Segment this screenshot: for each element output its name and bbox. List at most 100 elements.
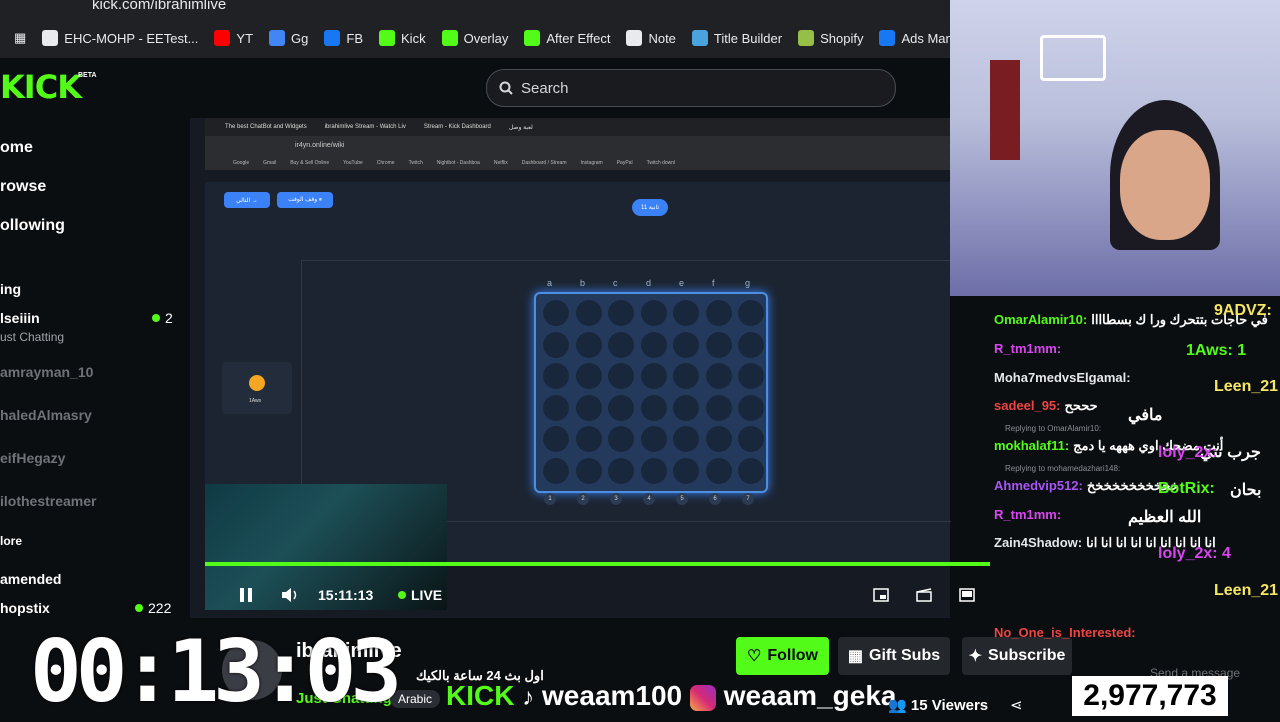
board-cell [608, 457, 634, 484]
chat-message[interactable]: R_tm1mm: [994, 341, 1065, 356]
picture-in-picture-icon[interactable] [873, 588, 889, 602]
next-button: التالي → [224, 192, 270, 208]
bookmark-item[interactable]: Note [626, 30, 676, 46]
inner-tab: ibrahimlive Stream - Watch Liv [324, 124, 406, 130]
inner-bookmark: Chrome [376, 160, 395, 166]
live-dot-icon [398, 591, 406, 599]
bookmark-label: FB [346, 30, 364, 46]
bookmark-item[interactable]: Title Builder [691, 30, 782, 46]
chat-username[interactable]: No_One_is_Interested: [994, 625, 1136, 640]
nav-home[interactable]: ome [0, 139, 33, 157]
sidebar-offline-channel[interactable]: ilothestreamer [0, 493, 96, 509]
player-name: 1Aws [249, 398, 262, 404]
bookmark-icon [441, 30, 458, 46]
volume-icon[interactable] [281, 587, 299, 603]
overlay-chat-line: 9ADVZ: [1214, 302, 1272, 319]
tiktok-icon: ♪ [522, 684, 535, 711]
sidebar-channel-name[interactable]: lseiiin [0, 310, 40, 326]
board-cell [738, 300, 764, 326]
shared-browser-bookmarks: Google Gmail Buy & Sell Online YouTube Chrom… [205, 156, 950, 170]
show-more-link[interactable]: lore [0, 534, 22, 548]
chat-username[interactable]: Ahmedvip512: [994, 478, 1083, 493]
tiktok-handle: weaam100 [542, 680, 683, 711]
instagram-icon [689, 684, 716, 711]
overlay-chat-line: مافي [1128, 407, 1163, 424]
chat-message[interactable]: Ahmedvip512: خخخخخخخخخخخ [994, 478, 1179, 494]
chat-message[interactable]: sadeel_95: حححح [994, 398, 1098, 414]
inner-tab: لعبة وصل [508, 124, 533, 131]
bookmark-item[interactable]: Gg [269, 30, 308, 46]
follow-button[interactable]: ♡ Follow [736, 637, 829, 675]
inner-bookmark: Dashboard / Stream [521, 160, 567, 166]
column-number-button: 3 [610, 493, 622, 505]
gift-subs-button[interactable]: ▦ Gift Subs [838, 637, 950, 675]
chat-message[interactable]: Moha7medvsElgamal: [994, 370, 1135, 385]
board-cell [673, 457, 699, 484]
chat-username[interactable]: OmarAlamir10: [994, 312, 1087, 327]
chat-username[interactable]: Zain4Shadow: [994, 535, 1082, 550]
bookmark-item[interactable]: EHC-MOHP - EETest... [42, 30, 198, 46]
language-badge: Arabic [390, 690, 441, 708]
bookmark-item[interactable]: Kick [379, 30, 426, 46]
address-bar[interactable]: kick.com/ibrahimlive [92, 0, 226, 13]
subscribe-button[interactable]: ✦ Subscribe [962, 637, 1072, 675]
bookmark-icon [691, 30, 708, 46]
sidebar-offline-channel[interactable]: amrayman_10 [0, 364, 93, 380]
search-placeholder: Search [521, 79, 569, 97]
search-input[interactable]: Search [486, 69, 896, 107]
kick-social-logo: KICK [446, 680, 515, 711]
overlay-chat-line: Leen_21 [1214, 378, 1279, 395]
bookmark-item[interactable]: FB [324, 30, 363, 46]
column-number-button: 7 [742, 493, 754, 505]
bookmark-item[interactable]: YT [214, 30, 253, 46]
chat-message[interactable]: No_One_is_Interested: [994, 625, 1140, 640]
inner-bookmark: Instagram [580, 160, 603, 166]
gift-icon: ▦ [847, 648, 863, 665]
overlay-chat-line: بحان [1230, 482, 1262, 499]
sidebar-channel-name[interactable]: hopstix [0, 600, 50, 616]
bookmark-label: Kick [401, 30, 426, 46]
board-cell [738, 394, 764, 421]
board-cell [543, 300, 569, 326]
theater-mode-icon[interactable] [959, 588, 975, 602]
reply-context: Replying to mohamedazhari148: [1005, 464, 1121, 473]
bookmark-icon [879, 30, 896, 46]
chat-text: حححح [1064, 398, 1098, 413]
apps-icon[interactable]: ▦ [14, 30, 26, 46]
bookmark-item[interactable]: Shopify [798, 30, 863, 46]
instagram-handle: weaam_geka [723, 680, 897, 711]
bookmark-item[interactable]: After Effect [524, 30, 610, 46]
chat-username[interactable]: Moha7medvsElgamal: [994, 370, 1131, 385]
nav-following[interactable]: ollowing [0, 217, 65, 235]
board-cell [575, 457, 602, 484]
bookmark-item[interactable]: Overlay [441, 30, 508, 46]
chat-username[interactable]: sadeel_95: [994, 398, 1061, 413]
board-cell [608, 363, 634, 389]
bookmark-label: EHC-MOHP - EETest... [64, 30, 199, 46]
board-cell [608, 300, 634, 326]
stop-time-button: وقف الوقت ⏸ [277, 192, 333, 208]
kick-logo[interactable]: KICK [0, 68, 82, 106]
chat-username[interactable]: R_tm1mm: [994, 507, 1061, 522]
clip-icon[interactable] [916, 588, 932, 602]
column-number-button: 6 [709, 493, 721, 505]
share-icon[interactable]: ⋖ [1010, 696, 1023, 714]
bookmark-icon [379, 30, 396, 46]
column-label: a [547, 278, 553, 288]
chat-username[interactable]: mokhalaf11: [994, 438, 1069, 453]
column-number-button: 1 [544, 493, 556, 505]
section-recommended-heading: amended [0, 571, 62, 587]
nav-browse[interactable]: rowse [0, 178, 46, 196]
pause-icon[interactable] [238, 587, 254, 603]
bookmark-label: After Effect [546, 30, 611, 46]
sidebar-channel-category: ust Chatting [0, 330, 65, 344]
inner-bookmark: Nightbot - Dashboa [436, 160, 480, 166]
bookmark-label: Gg [291, 30, 309, 46]
bookmark-icon [214, 30, 231, 46]
turn-timer: 11 ثانية [632, 199, 668, 216]
streamer-webcam [950, 0, 1280, 296]
sidebar-offline-channel[interactable]: haledAlmasry [0, 407, 92, 423]
sidebar-offline-channel[interactable]: eifHegazy [0, 450, 65, 466]
chat-message[interactable]: R_tm1mm: [994, 507, 1065, 522]
chat-username[interactable]: R_tm1mm: [994, 341, 1061, 356]
